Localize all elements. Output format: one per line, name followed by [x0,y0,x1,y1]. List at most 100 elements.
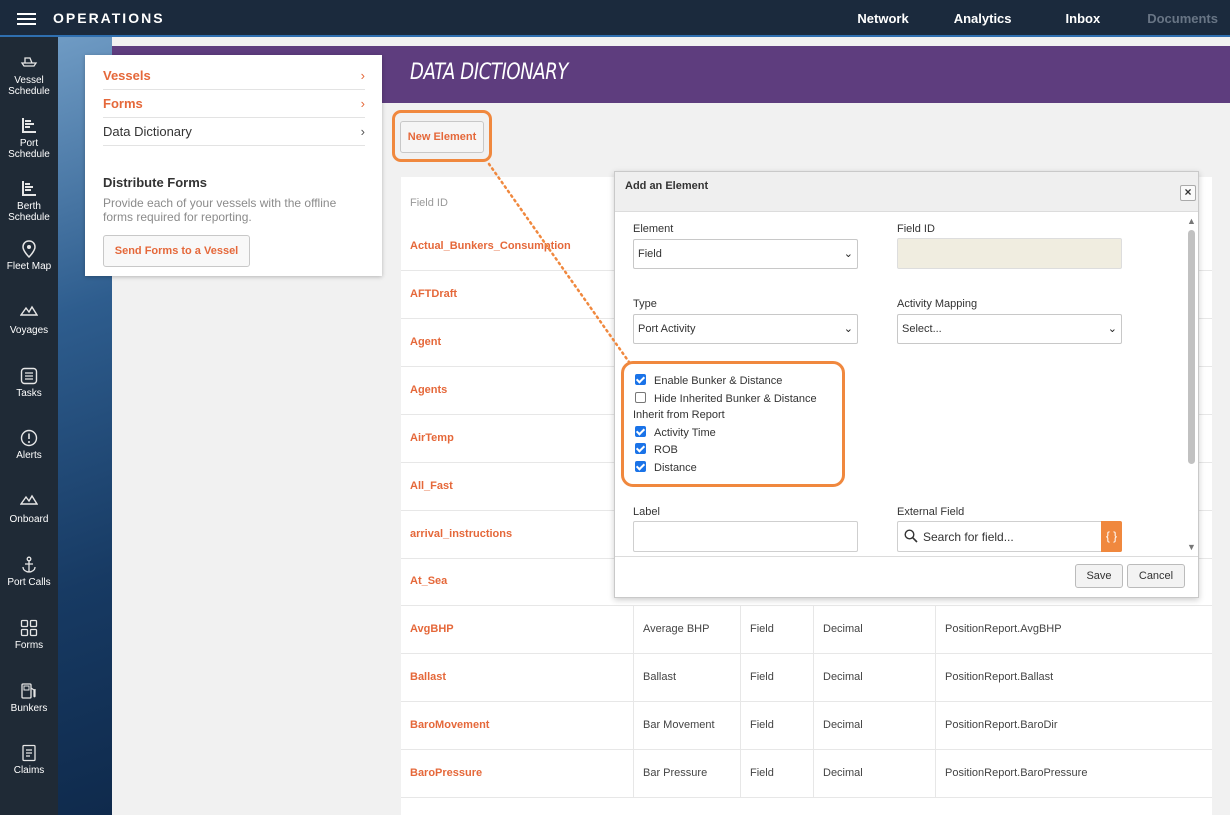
table-row[interactable]: BaroMovement Bar Movement Field Decimal … [401,702,1212,750]
cell-label: Bar Pressure [643,767,708,779]
menu-item-vessels[interactable]: Vessels › [103,62,365,90]
type-select-value: Port Activity [638,323,696,335]
sidebar-item-voyages[interactable]: Voyages [0,304,58,336]
activity-mapping-label: Activity Mapping [897,298,978,310]
field-id-link[interactable]: AFTDraft [410,271,457,318]
new-element-button[interactable]: New Element [400,121,484,153]
table-row[interactable]: BaroPressure Bar Pressure Field Decimal … [401,750,1212,798]
table-row[interactable]: AvgBHP Average BHP Field Decimal Positio… [401,606,1212,654]
activity-time-checkbox[interactable]: Activity Time [635,425,716,441]
sidebar-item-tasks[interactable]: Tasks [0,367,58,399]
sidebar-item-bunkers[interactable]: Bunkers [0,682,58,714]
sidebar-label: Berth [17,201,41,212]
field-id-link[interactable]: All_Fast [410,463,453,510]
column-divider [813,750,814,798]
menu-item-forms[interactable]: Forms › [103,90,365,118]
field-id-input[interactable] [897,238,1122,269]
chevron-right-icon: › [360,68,365,83]
column-divider [740,702,741,750]
send-forms-button[interactable]: Send Forms to a Vessel [103,235,250,267]
field-id-link[interactable]: BaroPressure [410,750,482,797]
sidebar-label: Bunkers [10,703,48,714]
nav-network[interactable]: Network [857,0,908,37]
field-id-link[interactable]: Ballast [410,654,446,701]
column-divider [740,750,741,798]
sidebar-label: Schedule [8,86,50,97]
sidebar-item-berth-schedule[interactable]: Berth Schedule [0,180,58,223]
element-label: Element [633,223,674,235]
add-element-dialog: Add an Element × Element Field ⌄ Field I… [614,171,1199,598]
sidebar-item-fleet-map[interactable]: Fleet Map [0,240,58,272]
field-id-link[interactable]: BaroMovement [410,702,489,749]
sidebar-label: Port [19,138,39,149]
sidebar-label: Tasks [16,388,42,399]
sidebar-item-forms[interactable]: Forms [0,619,58,651]
nav-inbox[interactable]: Inbox [1066,0,1101,37]
nav-analytics[interactable]: Analytics [954,0,1012,37]
enable-bunker-checkbox[interactable]: Enable Bunker & Distance [635,373,782,389]
save-button[interactable]: Save [1075,564,1123,588]
type-select[interactable]: Port Activity ⌄ [633,314,858,344]
cancel-button[interactable]: Cancel [1127,564,1185,588]
dialog-title: Add an Element [625,180,709,192]
field-id-link[interactable]: Agents [410,367,447,414]
chevron-down-icon: ⌄ [843,248,853,260]
cell-external: PositionReport.Ballast [945,671,1054,683]
sidebar-label: Onboard [9,514,49,525]
column-divider [633,750,634,798]
sidebar-label: Fleet Map [6,261,52,272]
sidebar-item-onboard[interactable]: Onboard [0,493,58,525]
sidebar-item-port-calls[interactable]: Port Calls [0,556,58,588]
sidebar-label: Voyages [9,325,49,336]
braces-icon[interactable]: { } [1101,521,1122,552]
sidebar-label: Schedule [8,149,50,160]
column-divider [740,606,741,654]
element-select[interactable]: Field ⌄ [633,239,858,269]
field-id-link[interactable]: At_Sea [410,558,447,605]
cell-external: PositionReport.AvgBHP [945,623,1062,635]
chevron-down-icon: ⌄ [843,323,853,335]
checkbox-checked-icon[interactable] [635,374,646,385]
fuel-icon [0,682,58,700]
label-field-label: Label [633,506,660,518]
field-id-link[interactable]: Agent [410,319,441,366]
field-id-link[interactable]: AirTemp [410,415,454,462]
menu-item-data-dictionary[interactable]: Data Dictionary › [103,118,365,146]
alerts-icon [0,429,58,447]
field-id-link[interactable]: arrival_instructions [410,511,512,558]
activity-mapping-select[interactable]: Select... ⌄ [897,314,1122,344]
sidebar-item-claims[interactable]: Claims [0,744,58,776]
distribute-forms-title: Distribute Forms [103,175,208,190]
close-icon[interactable]: × [1180,185,1196,201]
checkbox-label: Distance [654,462,697,474]
checkbox-label: Enable Bunker & Distance [654,375,783,387]
sidebar-label: Alerts [16,450,42,461]
checkbox-checked-icon[interactable] [635,461,646,472]
label-input[interactable] [633,521,858,552]
menu-hamburger-icon[interactable] [17,13,36,25]
sidebar-item-vessel-schedule[interactable]: Vessel Schedule [0,54,58,97]
dialog-scrollbar[interactable]: ▲ ▼ [1186,216,1198,554]
distance-checkbox[interactable]: Distance [635,460,697,476]
hide-inherited-checkbox[interactable]: Hide Inherited Bunker & Distance [635,391,817,407]
scroll-up-icon[interactable]: ▲ [1187,216,1196,226]
nav-documents[interactable]: Documents [1147,0,1218,37]
scrollbar-thumb[interactable] [1188,230,1195,464]
field-id-link[interactable]: AvgBHP [410,606,454,653]
checkbox-label: ROB [654,444,678,456]
sidebar-item-port-schedule[interactable]: Port Schedule [0,117,58,160]
column-divider [935,606,936,654]
checkbox-checked-icon[interactable] [635,426,646,437]
scroll-down-icon[interactable]: ▼ [1187,542,1196,552]
checkbox-checked-icon[interactable] [635,443,646,454]
column-header-field-id[interactable]: Field ID [410,197,448,209]
menu-item-label: Vessels [103,68,151,83]
field-id-link[interactable]: Actual_Bunkers_Consumption [410,223,571,270]
external-field-search[interactable]: Search for field... { } [897,521,1122,552]
rob-checkbox[interactable]: ROB [635,442,678,458]
cell-element: Field [750,767,774,779]
table-row[interactable]: Ballast Ballast Field Decimal PositionRe… [401,654,1212,702]
sidebar-item-alerts[interactable]: Alerts [0,429,58,461]
column-divider [633,654,634,702]
checkbox-unchecked-icon[interactable] [635,392,646,403]
